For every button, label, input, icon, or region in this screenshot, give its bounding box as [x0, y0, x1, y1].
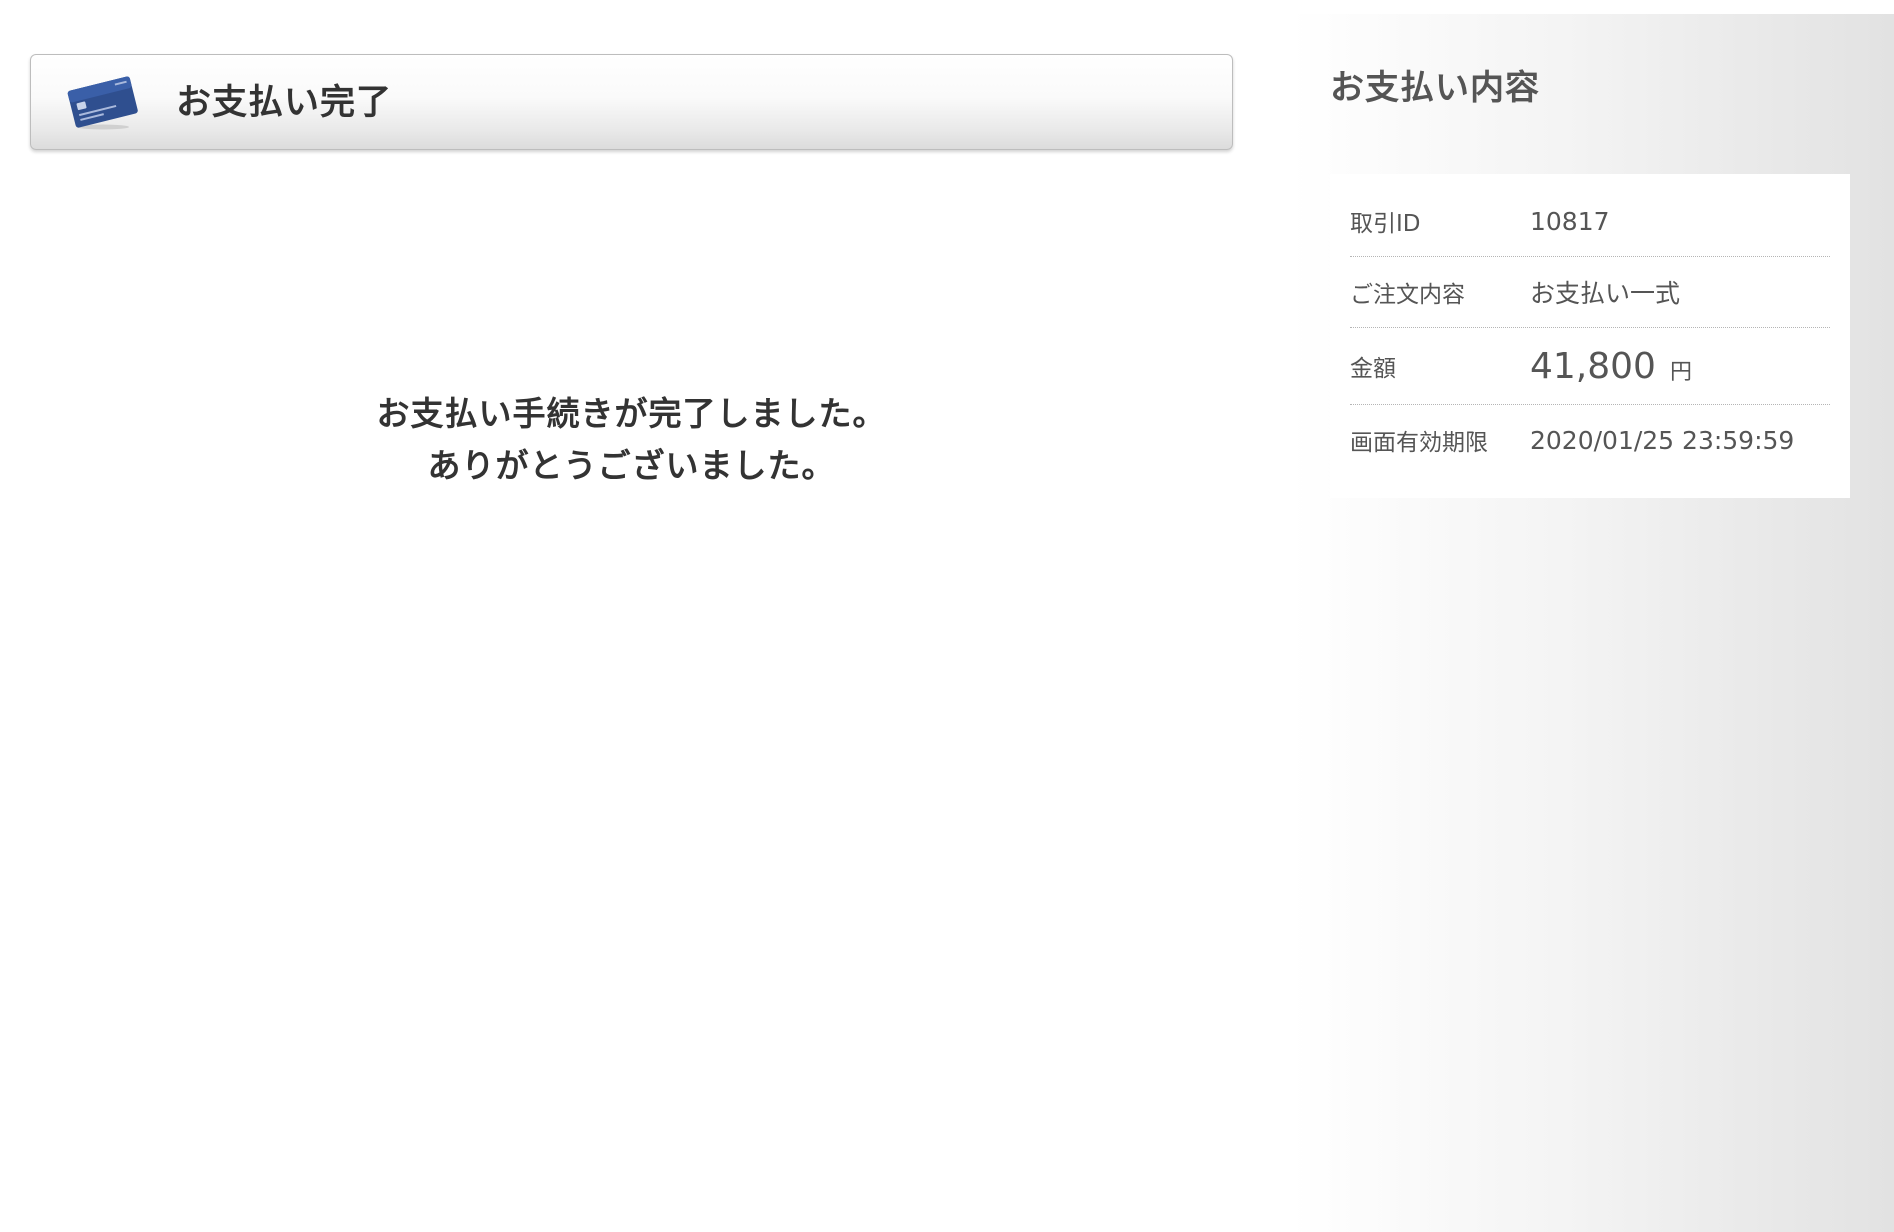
- credit-card-icon: [65, 75, 141, 131]
- summary-title: お支払い内容: [1330, 68, 1540, 108]
- order-content-value: お支払い一式: [1530, 279, 1681, 308]
- expiry-value: 2020/01/25 23:59:59: [1530, 425, 1795, 455]
- row-label: 取引ID: [1350, 211, 1421, 237]
- title-bar: お支払い完了: [30, 54, 1233, 150]
- row-label: 画面有効期限: [1350, 430, 1488, 456]
- expiry-row: 画面有効期限 2020/01/25 23:59:59: [1350, 405, 1830, 475]
- amount-row: 金額 41,800 円: [1350, 328, 1830, 405]
- message-line-2: ありがとうございました。: [427, 446, 836, 485]
- transaction-id-value: 10817: [1530, 206, 1610, 236]
- row-label: ご注文内容: [1350, 282, 1465, 308]
- transaction-id-row: 取引ID 10817: [1350, 186, 1830, 257]
- order-content-row: ご注文内容 お支払い一式: [1350, 257, 1830, 328]
- main-content: お支払い完了 お支払い手続きが完了しました。 ありがとうございました。: [0, 0, 1290, 1232]
- amount-value: 41,800: [1530, 345, 1656, 387]
- completion-message: お支払い手続きが完了しました。 ありがとうございました。: [30, 388, 1233, 492]
- amount-unit: 円: [1669, 360, 1692, 385]
- payment-complete-page: お支払い完了 お支払い手続きが完了しました。 ありがとうございました。 お支払い…: [0, 0, 1894, 1232]
- message-line-1: お支払い手続きが完了しました。: [376, 394, 887, 433]
- page-title: お支払い完了: [176, 83, 393, 123]
- payment-summary-panel: お支払い内容 取引ID 10817 ご注文内容 お支払い一式 金額 41,800…: [1290, 14, 1894, 1232]
- row-label: 金額: [1350, 356, 1396, 382]
- summary-box: 取引ID 10817 ご注文内容 お支払い一式 金額 41,800 円 画面有効…: [1330, 174, 1850, 498]
